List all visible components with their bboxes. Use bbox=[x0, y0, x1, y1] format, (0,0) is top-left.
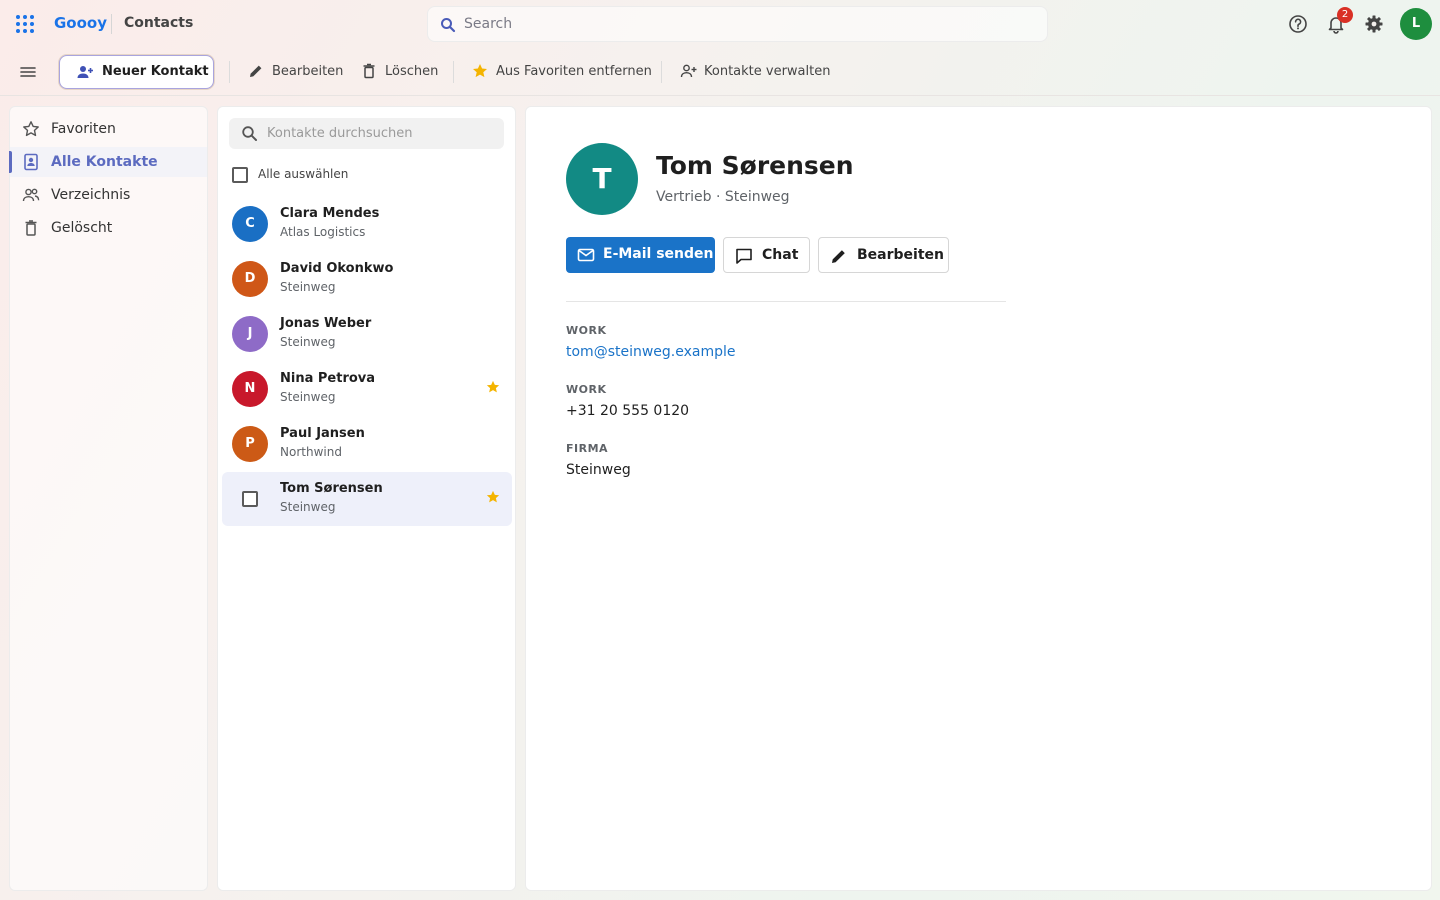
toolbar-divider bbox=[453, 61, 454, 83]
trash-icon bbox=[361, 63, 377, 79]
brand-logo[interactable]: Goooy bbox=[54, 14, 107, 32]
global-search-input[interactable] bbox=[464, 7, 1034, 41]
contact-row[interactable]: N Nina Petrova Steinweg bbox=[222, 362, 512, 416]
nav-label: Favoriten bbox=[51, 121, 116, 137]
mail-icon bbox=[577, 246, 595, 264]
avatar: P bbox=[232, 426, 268, 462]
chat-label: Chat bbox=[762, 247, 799, 263]
edit-button[interactable]: Bearbeiten bbox=[248, 61, 344, 83]
nav-item-deleted[interactable]: Gelöscht bbox=[10, 213, 207, 243]
nav-label: Verzeichnis bbox=[51, 187, 131, 203]
search-icon bbox=[440, 17, 456, 33]
hamburger-menu-icon[interactable] bbox=[17, 61, 39, 83]
contact-row-selected[interactable]: Tom Sørensen Steinweg bbox=[222, 472, 512, 526]
section-divider bbox=[566, 301, 1006, 302]
contact-list-panel: Alle auswählen C Clara Mendes Atlas Logi… bbox=[217, 106, 516, 891]
company-value: Steinweg bbox=[566, 462, 631, 478]
settings-gear-icon[interactable] bbox=[1363, 13, 1385, 35]
search-icon bbox=[241, 125, 258, 142]
contact-avatar-large: T bbox=[566, 143, 638, 215]
manage-contacts-button[interactable]: Kontakte verwalten bbox=[680, 61, 830, 83]
chat-button[interactable]: Chat bbox=[723, 237, 810, 273]
star-filled-icon bbox=[472, 63, 488, 79]
company-field-label: FIRMA bbox=[566, 442, 609, 455]
delete-button[interactable]: Löschen bbox=[361, 61, 439, 83]
nav-item-favorites[interactable]: Favoriten bbox=[10, 114, 207, 144]
pencil-icon bbox=[830, 247, 848, 265]
contact-row[interactable]: C Clara Mendes Atlas Logistics bbox=[222, 197, 512, 251]
contact-name: Jonas Weber bbox=[280, 316, 372, 331]
select-all-checkbox[interactable] bbox=[232, 167, 248, 183]
contact-name: David Okonkwo bbox=[280, 261, 394, 276]
contact-detail-panel: T Tom Sørensen Vertrieb · Steinweg E-Mai… bbox=[525, 106, 1432, 891]
apps-grid-icon[interactable] bbox=[14, 13, 36, 35]
edit-contact-label: Bearbeiten bbox=[857, 247, 944, 263]
global-search[interactable] bbox=[427, 6, 1048, 42]
avatar: C bbox=[232, 206, 268, 242]
avatar: J bbox=[232, 316, 268, 352]
edit-contact-button[interactable]: Bearbeiten bbox=[818, 237, 949, 273]
phone-field-label: WORK bbox=[566, 383, 607, 396]
contact-row[interactable]: P Paul Jansen Northwind bbox=[222, 417, 512, 471]
contact-company: Steinweg bbox=[280, 335, 336, 349]
row-select-checkbox[interactable] bbox=[242, 491, 258, 507]
manage-contacts-label: Kontakte verwalten bbox=[704, 64, 831, 79]
add-person-icon bbox=[76, 64, 94, 80]
new-contact-button[interactable]: Neuer Kontakt bbox=[59, 55, 214, 89]
contact-full-name: Tom Sørensen bbox=[656, 151, 854, 180]
contact-subtitle: Vertrieb · Steinweg bbox=[656, 189, 790, 205]
send-email-label: E-Mail senden bbox=[603, 246, 714, 262]
contact-name: Clara Mendes bbox=[280, 206, 380, 221]
delete-label: Löschen bbox=[385, 64, 439, 79]
contact-company: Northwind bbox=[280, 445, 342, 459]
avatar: D bbox=[232, 261, 268, 297]
remove-from-favorites-button[interactable]: Aus Favoriten entfernen bbox=[472, 61, 652, 83]
contact-name: Tom Sørensen bbox=[280, 481, 383, 496]
nav-label: Alle Kontakte bbox=[51, 154, 158, 170]
contact-name: Paul Jansen bbox=[280, 426, 365, 441]
top-bar: Goooy Contacts 2 L bbox=[0, 0, 1440, 48]
send-email-button[interactable]: E-Mail senden bbox=[566, 237, 715, 273]
contact-company: Steinweg bbox=[280, 280, 336, 294]
star-outline-icon bbox=[22, 120, 40, 138]
favorite-star-icon[interactable] bbox=[486, 490, 500, 504]
toolbar-divider bbox=[661, 61, 662, 83]
trash-icon bbox=[22, 219, 40, 237]
nav-item-all-contacts[interactable]: Alle Kontakte bbox=[9, 147, 207, 177]
navigation-sidebar: Favoriten Alle Kontakte Verzeichnis Gelö… bbox=[9, 106, 208, 891]
notification-badge: 2 bbox=[1337, 7, 1353, 23]
favorite-star-icon[interactable] bbox=[486, 380, 500, 394]
contact-search-input[interactable] bbox=[267, 118, 497, 149]
contact-name: Nina Petrova bbox=[280, 371, 376, 386]
remove-from-favorites-label: Aus Favoriten entfernen bbox=[496, 64, 652, 79]
chat-bubble-icon bbox=[735, 247, 753, 265]
action-toolbar: Neuer Kontakt Bearbeiten Löschen Aus Fav… bbox=[0, 48, 1440, 96]
email-link[interactable]: tom@steinweg.example bbox=[566, 344, 736, 360]
user-avatar[interactable]: L bbox=[1400, 8, 1432, 40]
brand-divider bbox=[111, 14, 112, 34]
contact-company: Atlas Logistics bbox=[280, 225, 366, 239]
select-all-label: Alle auswählen bbox=[258, 167, 349, 181]
new-contact-label: Neuer Kontakt bbox=[102, 64, 209, 79]
contact-company: Steinweg bbox=[280, 390, 336, 404]
toolbar-divider bbox=[229, 61, 230, 83]
manage-people-icon bbox=[680, 63, 697, 79]
edit-label: Bearbeiten bbox=[272, 64, 344, 79]
contact-company: Steinweg bbox=[280, 500, 336, 514]
phone-value: +31 20 555 0120 bbox=[566, 403, 690, 419]
pencil-icon bbox=[248, 63, 264, 79]
contact-search[interactable] bbox=[229, 118, 504, 149]
contact-row[interactable]: D David Okonkwo Steinweg bbox=[222, 252, 512, 306]
help-icon[interactable] bbox=[1287, 13, 1309, 35]
contact-row[interactable]: J Jonas Weber Steinweg bbox=[222, 307, 512, 361]
avatar: N bbox=[232, 371, 268, 407]
people-icon bbox=[22, 186, 40, 204]
contacts-icon bbox=[22, 153, 40, 171]
nav-item-directory[interactable]: Verzeichnis bbox=[10, 180, 207, 210]
nav-label: Gelöscht bbox=[51, 220, 113, 236]
app-name: Contacts bbox=[124, 15, 194, 31]
email-field-label: WORK bbox=[566, 324, 607, 337]
